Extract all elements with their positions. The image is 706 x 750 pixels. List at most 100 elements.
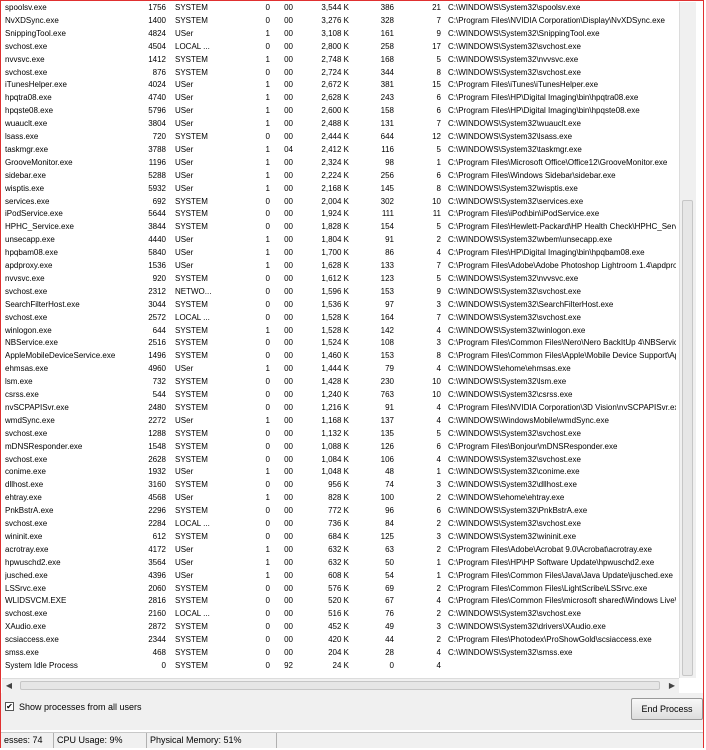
process-pid: 5840 <box>148 248 166 258</box>
process-row[interactable]: iTunesHelper.exe 4024 USer 1 00 2,672 K 381 15 C… <box>2 79 676 92</box>
process-image-path: C:\Program Files\Common Files\Apple\Mobi… <box>448 351 676 361</box>
process-pid: 5932 <box>148 183 166 193</box>
process-threads: 4 <box>436 364 441 374</box>
process-row[interactable]: nvvsvc.exe 1412 SYSTEM 1 00 2,748 K 168 5 C:\WIN… <box>2 54 676 67</box>
process-row[interactable]: ehmsas.exe 4960 USer 1 00 1,444 K 79 4 C:\WINDOW… <box>2 363 676 376</box>
process-cpu-time: 00 <box>284 41 293 51</box>
process-user: SYSTEM <box>175 583 208 593</box>
process-row[interactable]: smss.exe 468 SYSTEM 0 00 204 K 28 4 C:\WINDOWS\S… <box>2 647 676 660</box>
process-row[interactable]: AppleMobileDeviceService.exe 1496 SYSTEM 0 0… <box>2 350 676 363</box>
process-row[interactable]: NvXDSync.exe 1400 SYSTEM 0 00 3,276 K 328 7 C:\P… <box>2 15 676 28</box>
process-row[interactable]: iPodService.exe 5644 SYSTEM 0 00 1,924 K 111 11… <box>2 208 676 221</box>
scroll-left-arrow-icon[interactable]: ◀ <box>2 679 16 693</box>
process-user: USer <box>175 93 194 103</box>
process-row[interactable]: winlogon.exe 644 SYSTEM 1 00 1,528 K 142 4 C:\WI… <box>2 325 676 338</box>
process-row[interactable]: ehtray.exe 4568 USer 1 00 828 K 100 2 C:\WINDOWS… <box>2 492 676 505</box>
horizontal-scrollbar[interactable]: ◀ ▶ <box>2 678 679 693</box>
process-row[interactable]: wmdSync.exe 2272 USer 1 00 1,168 K 137 4 C:\WIND… <box>2 415 676 428</box>
process-row[interactable]: HPHC_Service.exe 3844 SYSTEM 0 00 1,828 K 154 5… <box>2 221 676 234</box>
process-row[interactable]: svchost.exe 1288 SYSTEM 0 00 1,132 K 135 5 C:\WI… <box>2 428 676 441</box>
process-row[interactable]: XAudio.exe 2872 SYSTEM 0 00 452 K 49 3 C:\WINDOW… <box>2 621 676 634</box>
process-row[interactable]: jusched.exe 4396 USer 1 00 608 K 54 1 C:\Program… <box>2 570 676 583</box>
process-row[interactable]: wuauclt.exe 3804 USer 1 00 2,488 K 131 7 C:\WIND… <box>2 118 676 131</box>
process-row[interactable]: svchost.exe 2572 LOCAL ... 0 00 1,528 K 164 7 C:… <box>2 312 676 325</box>
process-row[interactable]: mDNSResponder.exe 1548 SYSTEM 0 00 1,088 K 126… <box>2 441 676 454</box>
show-all-users-option[interactable]: ✔ Show processes from all users <box>5 700 142 713</box>
process-cpu: 1 <box>265 493 270 503</box>
process-handles: 256 <box>380 170 394 180</box>
process-user: SYSTEM <box>175 402 208 412</box>
process-row[interactable]: scsiaccess.exe 2344 SYSTEM 0 00 420 K 44 2 C:\Pr… <box>2 634 676 647</box>
process-cpu-time: 00 <box>284 170 293 180</box>
process-row[interactable]: System Idle Process 0 SYSTEM 0 92 24 K 0 4 <box>2 660 676 673</box>
process-row[interactable]: csrss.exe 544 SYSTEM 0 00 1,240 K 763 10 C:\WIND… <box>2 389 676 402</box>
process-row[interactable]: svchost.exe 2284 LOCAL ... 0 00 736 K 84 2 C:\WI… <box>2 518 676 531</box>
end-process-button[interactable]: End Process <box>631 698 703 720</box>
process-pid: 4172 <box>148 544 166 554</box>
process-name: wuauclt.exe <box>5 119 48 129</box>
process-cpu: 1 <box>265 364 270 374</box>
process-row[interactable]: GrooveMonitor.exe 1196 USer 1 00 2,324 K 98 1 C:… <box>2 157 676 170</box>
process-row[interactable]: services.exe 692 SYSTEM 0 00 2,004 K 302 10 C:\W… <box>2 196 676 209</box>
process-row[interactable]: wisptis.exe 5932 USer 1 00 2,168 K 145 8 C:\WIND… <box>2 183 676 196</box>
vertical-scrollbar-thumb[interactable] <box>682 200 693 676</box>
process-row[interactable]: hpqtra08.exe 4740 USer 1 00 2,628 K 243 6 C:\Pro… <box>2 92 676 105</box>
process-image-path: C:\Program Files\HP\Digital Imaging\bin\… <box>448 106 640 116</box>
process-row[interactable]: wininit.exe 612 SYSTEM 0 00 684 K 125 3 C:\WINDO… <box>2 531 676 544</box>
process-row[interactable]: svchost.exe 2160 LOCAL ... 0 00 516 K 76 2 C:\WI… <box>2 608 676 621</box>
process-name: winlogon.exe <box>5 325 52 335</box>
process-cpu-time: 00 <box>284 519 293 528</box>
process-pid: 4960 <box>148 364 166 374</box>
process-row[interactable]: svchost.exe 2312 NETWO... 0 00 1,596 K 153 9 C:\… <box>2 286 676 299</box>
process-row[interactable]: unsecapp.exe 4440 USer 1 00 1,804 K 91 2 C:\WIND… <box>2 234 676 247</box>
horizontal-scrollbar-thumb[interactable] <box>20 681 660 690</box>
process-threads: 2 <box>436 544 441 554</box>
process-name: ehtray.exe <box>5 493 42 503</box>
process-row[interactable]: dllhost.exe 3160 SYSTEM 0 00 956 K 74 3 C:\WINDO… <box>2 479 676 492</box>
process-pid: 876 <box>152 67 166 77</box>
process-row[interactable]: svchost.exe 876 SYSTEM 0 00 2,724 K 344 8 C:\WIN… <box>2 67 676 80</box>
process-row[interactable]: conime.exe 1932 USer 1 00 1,048 K 48 1 C:\WINDOW… <box>2 466 676 479</box>
process-row[interactable]: apdproxy.exe 1536 USer 1 00 1,628 K 133 7 C:\Pro… <box>2 260 676 273</box>
process-user: USer <box>175 119 194 129</box>
process-row[interactable]: svchost.exe 4504 LOCAL ... 0 00 2,800 K 258 17 C… <box>2 41 676 54</box>
process-row[interactable]: hpqste08.exe 5796 USer 1 00 2,600 K 158 6 C:\Pro… <box>2 105 676 118</box>
process-user: SYSTEM <box>175 338 208 348</box>
process-memory: 2,324 K <box>321 157 349 167</box>
process-cpu: 1 <box>265 261 270 270</box>
process-row[interactable]: WLIDSVCM.EXE 2816 SYSTEM 0 00 520 K 67 4 C:\Prog… <box>2 595 676 608</box>
process-handles: 164 <box>380 312 394 322</box>
process-row[interactable]: sidebar.exe 5288 USer 1 00 2,224 K 256 6 C:\Prog… <box>2 170 676 183</box>
vertical-scrollbar[interactable] <box>679 2 696 678</box>
process-memory: 24 K <box>332 660 349 670</box>
process-row[interactable]: lsm.exe 732 SYSTEM 0 00 1,428 K 230 10 C:\WINDOW… <box>2 376 676 389</box>
process-row[interactable]: NBService.exe 2516 SYSTEM 0 00 1,524 K 108 3 C:\… <box>2 337 676 350</box>
process-name: iTunesHelper.exe <box>5 80 67 90</box>
process-row[interactable]: taskmgr.exe 3788 USer 1 04 2,412 K 116 5 C:\WIND… <box>2 144 676 157</box>
process-cpu: 0 <box>265 402 270 412</box>
process-row[interactable]: lsass.exe 720 SYSTEM 0 00 2,444 K 644 12 C:\WIND… <box>2 131 676 144</box>
process-row[interactable]: hpqbam08.exe 5840 USer 1 00 1,700 K 86 4 C:\Prog… <box>2 247 676 260</box>
process-row[interactable]: spoolsv.exe 1756 SYSTEM 0 00 3,544 K 386 21 C:\W… <box>2 2 676 15</box>
process-row[interactable]: SnippingTool.exe 4824 USer 1 00 3,108 K 161 9 C:… <box>2 28 676 41</box>
show-all-users-checkbox[interactable]: ✔ <box>5 702 14 711</box>
process-row[interactable]: LSSrvc.exe 2060 SYSTEM 0 00 576 K 69 2 C:\Progra… <box>2 583 676 596</box>
process-row[interactable]: PnkBstrA.exe 2296 SYSTEM 0 00 772 K 96 6 C:\WIND… <box>2 505 676 518</box>
process-list[interactable]: spoolsv.exe 1756 SYSTEM 0 00 3,544 K 386 21 C:\W… <box>2 2 676 678</box>
process-row[interactable]: nvSCPAPISvr.exe 2480 SYSTEM 0 00 1,216 K 91 4 C:… <box>2 402 676 415</box>
process-name: svchost.exe <box>5 67 48 77</box>
process-row[interactable]: SearchFilterHost.exe 3044 SYSTEM 0 00 1,536 K… <box>2 299 676 312</box>
process-row[interactable]: acrotray.exe 4172 USer 1 00 632 K 63 2 C:\Progra… <box>2 544 676 557</box>
process-threads: 1 <box>436 570 441 580</box>
process-row[interactable]: nvvsvc.exe 920 SYSTEM 0 00 1,612 K 123 5 C:\WIND… <box>2 273 676 286</box>
process-image-path: C:\Program Files\Adobe\Acrobat 9.0\Acrob… <box>448 544 652 554</box>
scroll-right-arrow-icon[interactable]: ▶ <box>665 679 679 693</box>
process-name: System Idle Process <box>5 660 78 670</box>
process-threads: 4 <box>436 454 441 464</box>
process-row[interactable]: svchost.exe 2628 SYSTEM 0 00 1,084 K 106 4 C:\WI… <box>2 454 676 467</box>
show-all-users-label[interactable]: Show processes from all users <box>19 702 142 712</box>
process-user: SYSTEM <box>175 377 208 387</box>
process-row[interactable]: hpwuschd2.exe 3564 USer 1 00 632 K 50 1 C:\Progr… <box>2 557 676 570</box>
process-pid: 4568 <box>148 493 166 503</box>
process-cpu-time: 00 <box>284 325 293 335</box>
